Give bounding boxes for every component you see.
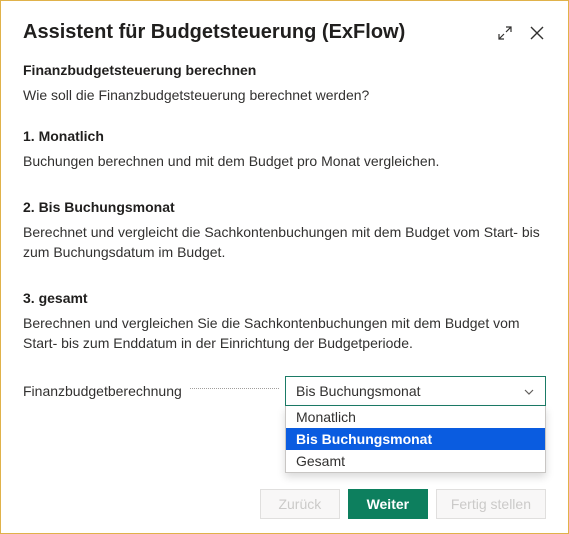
section-3-text: Berechnen und vergleichen Sie die Sachko… [23,314,546,353]
dialog-title: Assistent für Budgetsteuerung (ExFlow) [23,21,482,44]
calculation-select[interactable]: Bis Buchungsmonat Monatlich Bis Buchungs… [285,376,546,406]
dropdown-option-until-booking-month[interactable]: Bis Buchungsmonat [286,428,545,450]
finish-button[interactable]: Fertig stellen [436,489,546,519]
dropdown-option-monthly[interactable]: Monatlich [286,406,545,428]
dotted-leader [190,388,279,389]
intro-text: Wie soll die Finanzbudgetsteuerung berec… [23,86,546,106]
calculation-select-display[interactable]: Bis Buchungsmonat [285,376,546,406]
section-1-heading: 1. Monatlich [23,128,546,144]
section-2-heading: 2. Bis Buchungsmonat [23,199,546,215]
next-button[interactable]: Weiter [348,489,428,519]
back-button[interactable]: Zurück [260,489,340,519]
wizard-dialog: Assistent für Budgetsteuerung (ExFlow) F… [0,0,569,534]
wizard-footer: Zurück Weiter Fertig stellen [260,489,546,519]
calculation-dropdown: Monatlich Bis Buchungsmonat Gesamt [285,406,546,473]
section-3-heading: 3. gesamt [23,290,546,306]
intro-heading: Finanzbudgetsteuerung berechnen [23,62,546,78]
dropdown-option-total[interactable]: Gesamt [286,450,545,472]
close-icon[interactable] [528,24,546,42]
section-1-text: Buchungen berechnen und mit dem Budget p… [23,152,546,172]
chevron-down-icon [523,385,535,397]
calculation-select-value: Bis Buchungsmonat [296,383,421,399]
calculation-field-label: Finanzbudgetberechnung [23,383,182,399]
calculation-field-row: Finanzbudgetberechnung Bis Buchungsmonat… [23,376,546,406]
dialog-header: Assistent für Budgetsteuerung (ExFlow) [23,21,546,44]
section-2-text: Berechnet und vergleicht die Sachkontenb… [23,223,546,262]
expand-icon[interactable] [496,24,514,42]
